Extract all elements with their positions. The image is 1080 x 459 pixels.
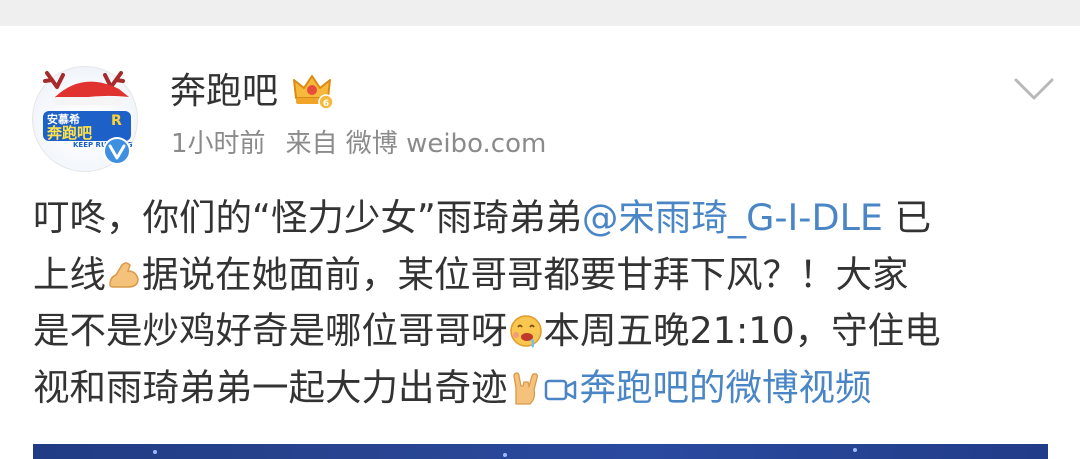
avatar[interactable]: 安慕希 奔跑吧 R KEEP RUNNING bbox=[32, 66, 138, 172]
video-link[interactable]: 奔跑吧的微博视频 bbox=[544, 366, 872, 409]
chevron-down-icon[interactable] bbox=[1012, 74, 1056, 104]
drooling-face-emoji bbox=[509, 315, 542, 348]
thumbnail-sparkle bbox=[153, 450, 157, 454]
svg-text:6: 6 bbox=[323, 99, 329, 109]
post-source[interactable]: 来自 微博 weibo.com bbox=[286, 129, 547, 159]
post-line-3: 是不是炒鸡好奇是哪位哥哥呀 本周五晚21:10，守住电 bbox=[33, 309, 941, 352]
rock-on-hand-emoji bbox=[512, 371, 538, 405]
post-meta: 1小时前 来自 微博 weibo.com bbox=[171, 126, 566, 162]
svg-text:奔跑吧: 奔跑吧 bbox=[46, 124, 92, 142]
running-man-logo-icon: 安慕希 奔跑吧 R KEEP RUNNING bbox=[43, 71, 133, 165]
author-name[interactable]: 奔跑吧 bbox=[170, 70, 278, 114]
crown-member-icon[interactable]: 6 bbox=[290, 68, 334, 112]
post-line-1: 叮咚，你们的“怪力少女”雨琦弟弟@宋雨琦_G-I-DLE 已 bbox=[33, 196, 932, 239]
thumbnail-sparkle bbox=[503, 453, 507, 457]
post-line-4: 视和雨琦弟弟一起大力出奇迹 奔跑吧的微博视频 bbox=[33, 365, 872, 409]
post-text: 叮咚，你们的“怪力少女”雨琦弟弟@宋雨琦_G-I-DLE 已 上线 据说在她面前… bbox=[33, 190, 1053, 416]
post-line-2: 上线 据说在她面前，某位哥哥都要甘拜下风？！大家 bbox=[33, 252, 909, 296]
post-timestamp: 1小时前 bbox=[171, 129, 266, 159]
svg-text:R: R bbox=[111, 113, 122, 129]
video-camera-icon bbox=[544, 379, 576, 400]
top-divider-strip bbox=[0, 0, 1080, 26]
mention-link[interactable]: @宋雨琦_G-I-DLE bbox=[582, 196, 883, 239]
flexed-biceps-emoji bbox=[109, 261, 139, 288]
thumbnail-sparkle bbox=[853, 448, 857, 452]
video-thumbnail[interactable] bbox=[33, 444, 1048, 459]
